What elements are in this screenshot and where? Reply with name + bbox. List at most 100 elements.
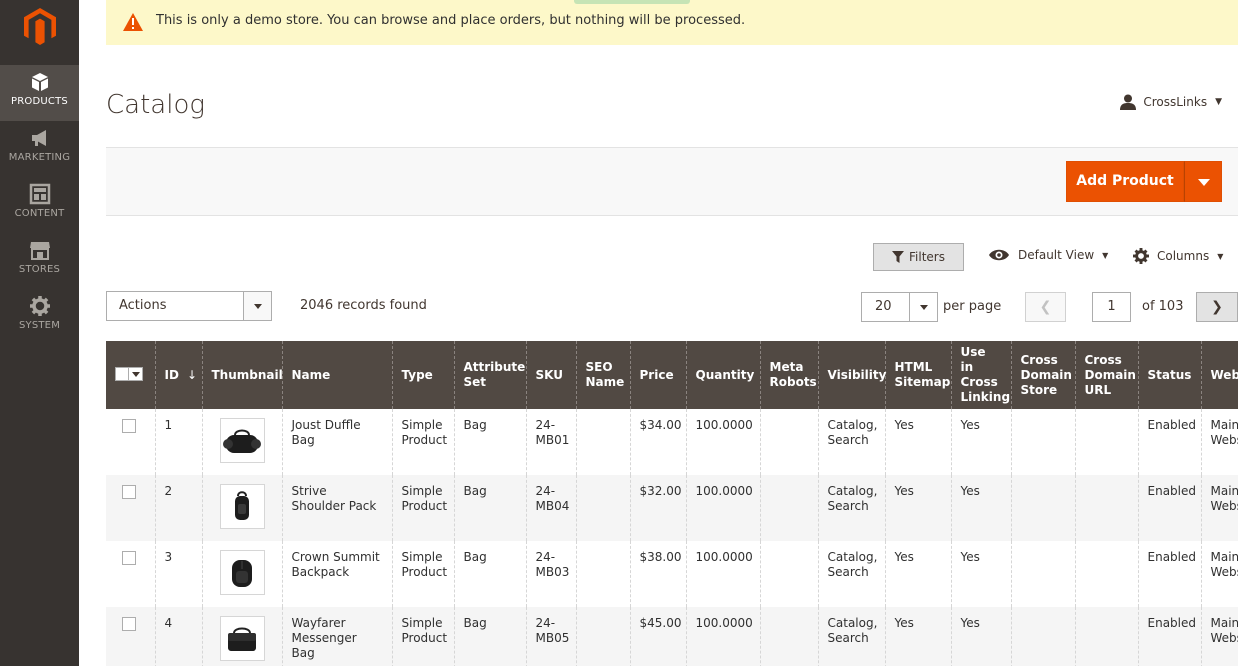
table-header-row: ID ↓ Thumbnail Name Type Attribute Set SK… [106,341,1238,409]
sort-arrow-icon: ↓ [186,367,197,382]
cell-websites: Main Website [1200,607,1238,666]
column-header-meta-robots[interactable]: Meta Robots [759,341,818,409]
cell-type: Simple Product [391,475,454,541]
column-header-quantity[interactable]: Quantity [685,341,760,409]
cell-meta-robots [759,541,818,607]
megaphone-icon [31,130,46,146]
cell-price: $45.00 [629,607,686,666]
product-thumbnail[interactable] [219,550,265,595]
row-checkbox[interactable] [122,551,136,565]
cell-cross-domain-url [1074,475,1138,541]
table-row[interactable]: 2 Strive Shoulder Pack Simple Product Ba… [106,475,1238,541]
user-name: CrossLinks [1143,95,1208,109]
product-thumbnail[interactable] [219,484,265,529]
column-header-seo-name[interactable]: SEO Name [575,341,630,409]
cell-html-sitemap: Yes [884,541,951,607]
table-row[interactable]: 1 Joust Duffle Bag Simple Product Bag 24… [106,409,1238,475]
page-title: Catalog [106,90,205,120]
cell-thumbnail [201,607,282,666]
next-page-button[interactable]: ❯ [1196,292,1238,322]
cell-cross-linking: Yes [950,607,1011,666]
cell-visibility: Catalog, Search [817,409,885,475]
view-selector[interactable]: Default View ▼ [988,248,1108,262]
columns-selector[interactable]: Columns ▼ [1133,248,1223,264]
cell-cross-domain-store [1010,607,1075,666]
column-header-sku[interactable]: SKU [525,341,576,409]
product-thumbnail[interactable] [219,616,265,661]
page-number-input[interactable]: 1 [1092,292,1131,322]
magento-logo-icon[interactable] [24,8,56,45]
row-checkbox[interactable] [122,617,136,631]
cell-name: Wayfarer Messenger Bag [281,607,392,666]
mass-actions-dropdown[interactable]: Actions [106,291,272,321]
column-header-type[interactable]: Type [391,341,454,409]
column-header-id[interactable]: ID ↓ [154,341,202,409]
sidebar-item-system[interactable]: SYSTEM [0,289,79,345]
cell-visibility: Catalog, Search [817,607,885,666]
add-product-button[interactable]: Add Product [1066,161,1184,202]
cell-quantity: 100.0000 [685,475,760,541]
column-header-visibility[interactable]: Visibility [817,341,886,409]
sidebar-item-label: STORES [18,264,61,275]
sidebar-item-stores[interactable]: STORES [0,233,79,289]
demo-notice: This is only a demo store. You can brows… [106,0,1238,45]
row-checkbox[interactable] [122,485,136,499]
cell-html-sitemap: Yes [884,409,951,475]
cell-quantity: 100.0000 [685,607,760,666]
column-header-price[interactable]: Price [629,341,686,409]
cell-id: 1 [154,409,202,475]
row-checkbox[interactable] [122,419,136,433]
product-thumbnail[interactable] [219,418,265,463]
messenger-bag-icon [228,627,256,651]
cell-price: $34.00 [629,409,686,475]
cell-type: Simple Product [391,409,454,475]
mass-select-checkbox[interactable] [115,366,143,381]
column-header-name[interactable]: Name [281,341,392,409]
mass-select-header[interactable] [106,341,155,409]
sidebar-item-content[interactable]: CONTENT [0,177,79,233]
cell-sku: 24-MB03 [525,541,576,607]
cell-cross-domain-store [1010,475,1075,541]
column-header-html-sitemap[interactable]: HTML Sitemap [884,341,951,409]
cell-cross-domain-url [1074,409,1138,475]
sidebar-item-label: SYSTEM [18,320,61,331]
column-header-status[interactable]: Status [1137,341,1201,409]
cell-seo-name [575,475,630,541]
store-icon [29,242,50,260]
sidebar-item-products[interactable]: PRODUCTS [0,65,79,121]
chevron-down-icon[interactable] [909,293,937,321]
cell-attribute-set: Bag [453,475,526,541]
chevron-down-icon[interactable] [243,292,271,320]
cell-websites: Main Website [1200,409,1238,475]
add-product-type-toggle[interactable] [1184,161,1222,202]
cell-cross-domain-url [1074,607,1138,666]
sidebar-item-marketing[interactable]: MARKETING [0,121,79,177]
column-header-attribute-set[interactable]: Attribute Set [453,341,526,409]
actions-label: Actions [119,298,167,313]
demo-notice-text: This is only a demo store. You can brows… [156,13,746,28]
cell-meta-robots [759,475,818,541]
column-header-cross-domain-url[interactable]: Cross Domain URL [1074,341,1138,409]
per-page-select[interactable]: 20 [861,292,938,322]
cell-id: 2 [154,475,202,541]
cell-attribute-set: Bag [453,409,526,475]
cell-price: $38.00 [629,541,686,607]
cell-type: Simple Product [391,607,454,666]
filters-button[interactable]: Filters [873,243,964,271]
user-account-menu[interactable]: CrossLinks ▼ [1119,94,1222,110]
cell-html-sitemap: Yes [884,607,951,666]
table-row[interactable]: 4 Wayfarer Messenger Bag Simple Product … [106,607,1238,666]
column-header-websites[interactable]: Websites [1200,341,1238,409]
previous-page-button[interactable]: ❮ [1025,292,1066,322]
backpack-icon [232,559,252,587]
message-tab[interactable] [574,0,690,4]
cell-websites: Main Website [1200,475,1238,541]
cell-seo-name [575,409,630,475]
column-header-cross-domain-store[interactable]: Cross Domain Store [1010,341,1075,409]
sidebar-item-label: CONTENT [14,208,65,219]
gear-icon [1133,248,1149,264]
shoulder-pack-icon [235,490,249,520]
column-header-cross-linking[interactable]: Use in Cross Linking [950,341,1011,409]
cell-sku: 24-MB01 [525,409,576,475]
table-row[interactable]: 3 Crown Summit Backpack Simple Product B… [106,541,1238,607]
